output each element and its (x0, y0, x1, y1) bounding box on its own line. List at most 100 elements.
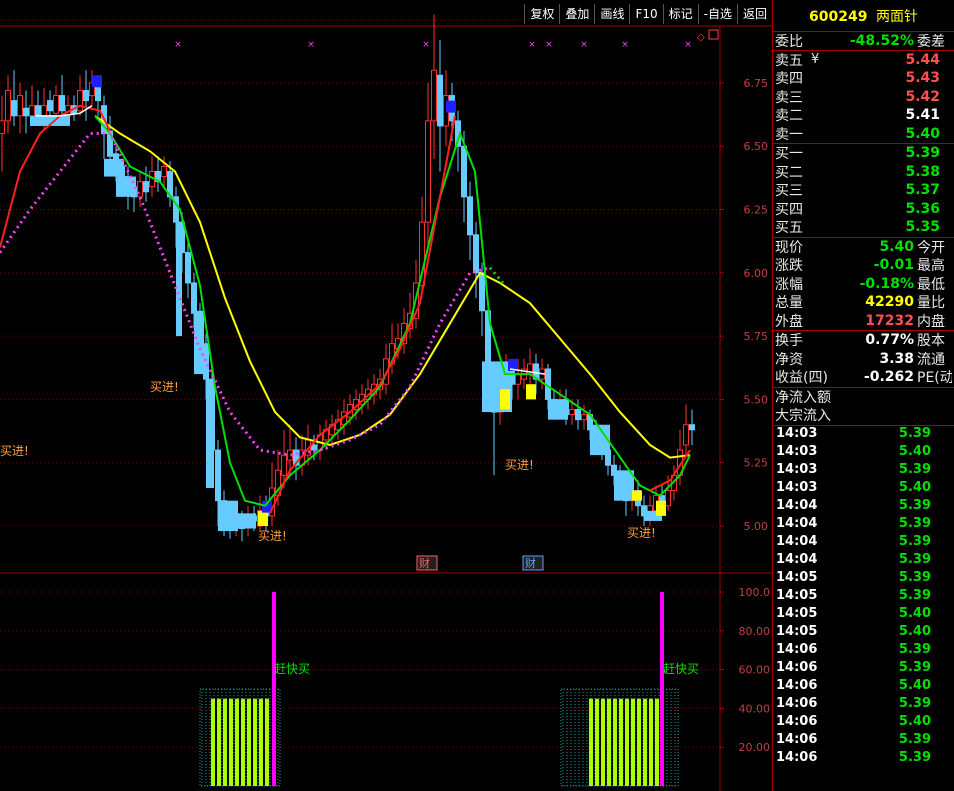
fuquan-button[interactable]: 复权 (524, 4, 560, 24)
tick-price: 5.39 (898, 659, 931, 675)
tick-price: 5.39 (898, 425, 931, 441)
indicator-bar (241, 698, 245, 786)
weibi-value: -48.52% (849, 32, 914, 49)
bid-label: 买二 (775, 164, 803, 181)
net-inflow-row: 净流入额 (773, 388, 954, 407)
stat-row: 外盘 17232 内盘 (773, 312, 954, 331)
ma-line-yellow (94, 115, 691, 459)
ask-row: 卖三 5.42 (773, 88, 954, 107)
chart-toolbar: 复权 叠加 画线 F10 标记 -自选 返回 (524, 4, 772, 24)
signal-cross-mark: × (422, 40, 430, 50)
indicator-bar (217, 698, 221, 786)
candle-body (425, 120, 431, 223)
bid-row: 买一 5.39 (773, 144, 954, 163)
candle-body (203, 343, 209, 380)
tick-row: 14:04 5.39 (773, 534, 954, 552)
tick-time: 14:03 (776, 479, 818, 495)
indicator-bar (595, 698, 599, 786)
stat-row: 净资 3.38 流通 (773, 350, 954, 369)
trend-block (614, 470, 634, 501)
buy-signal-label: 买进! (627, 526, 656, 540)
trend-block (176, 222, 182, 337)
tick-time: 14:05 (776, 587, 818, 603)
tick-row: 14:04 5.39 (773, 498, 954, 516)
stat-label: 外盘 (775, 313, 803, 330)
tick-row: 14:04 5.39 (773, 516, 954, 534)
tick-time: 14:04 (776, 497, 818, 513)
stat-row: 现价 5.40 今开 (773, 238, 954, 257)
price-axis-label: 6.25 (744, 204, 769, 217)
tick-price: 5.40 (898, 479, 931, 495)
tick-price: 5.39 (898, 533, 931, 549)
ask-book: 卖五 ¥5.44 卖四 5.43 卖三 5.42 卖二 5.41 卖一 5.40 (773, 51, 954, 144)
bid-label: 买五 (775, 220, 803, 237)
bid-row: 买二 5.38 (773, 163, 954, 182)
tick-price: 5.39 (898, 587, 931, 603)
stat-value: 17232 (865, 312, 914, 329)
indicator-signal-bar (272, 592, 276, 786)
tick-price: 5.40 (898, 713, 931, 729)
ask-price: 5.42 (905, 88, 940, 105)
ask-label: 卖四 (775, 71, 803, 88)
tick-row: 14:05 5.40 (773, 606, 954, 624)
candle-body (137, 181, 143, 198)
tick-row: 14:03 5.40 (773, 444, 954, 462)
stat-row: 涨跌 -0.01 最高 (773, 256, 954, 275)
event-tag[interactable]: 财 (525, 556, 536, 570)
diamond-icon[interactable]: ◇ (697, 32, 705, 43)
price-axis-label: 6.50 (744, 140, 769, 153)
f10-button[interactable]: F10 (629, 4, 663, 24)
bid-row: 买三 5.37 (773, 181, 954, 200)
ask-row: 卖一 5.40 (773, 125, 954, 144)
expand-box-icon[interactable] (708, 29, 719, 40)
indicator-bar (619, 698, 623, 786)
signal-cross-mark: × (545, 40, 553, 50)
price-axis-label: 6.75 (744, 77, 769, 90)
stock-title: 600249 两面针 (773, 0, 954, 32)
kline-chart-area[interactable]: 8.508.258.007.757.487.257.006.756.506.25… (0, 0, 772, 791)
trend-block (206, 379, 214, 489)
event-tag[interactable]: 财 (419, 556, 430, 570)
trend-block (218, 500, 238, 532)
mark-button[interactable]: 标记 (662, 4, 698, 24)
draw-line-button[interactable]: 画线 (594, 4, 630, 24)
kline-chart[interactable]: 8.508.258.007.757.487.257.006.756.506.25… (0, 0, 772, 791)
candle-body (23, 107, 29, 117)
tick-list[interactable]: 14:03 5.39 14:03 5.40 14:03 5.39 14:03 5.40 14:0… (773, 426, 954, 768)
indicator-bar (229, 698, 233, 786)
remove-watchlist-button[interactable]: -自选 (697, 4, 737, 24)
indicator-axis-label: 100.0 (739, 586, 771, 599)
stat-label-2: 流通 (917, 351, 945, 368)
tick-time: 14:06 (776, 731, 818, 747)
candle-body (191, 282, 197, 314)
back-button[interactable]: 返回 (736, 4, 772, 24)
indicator-bar (607, 698, 611, 786)
overlay-button[interactable]: 叠加 (559, 4, 595, 24)
signal-block (656, 500, 666, 516)
tick-price: 5.39 (898, 497, 931, 513)
trend-block (548, 399, 568, 420)
signal-cross-mark: × (684, 40, 692, 50)
ask-row: 卖四 5.43 (773, 69, 954, 88)
candle-body (185, 252, 191, 284)
signal-block (526, 384, 536, 400)
candle-body (59, 95, 65, 112)
indicator-bar (247, 698, 251, 786)
hurry-buy-label: 赶快买 (274, 662, 310, 676)
tick-time: 14:06 (776, 713, 818, 729)
tick-row: 14:05 5.39 (773, 570, 954, 588)
candle-body (461, 145, 467, 198)
stat-label: 净资 (775, 351, 803, 368)
signal-block (500, 389, 510, 410)
tick-row: 14:06 5.40 (773, 678, 954, 696)
buy-signal-label: 买进! (258, 529, 287, 543)
signal-block (632, 490, 642, 501)
candle-body (11, 100, 17, 117)
candle-body (5, 89, 11, 122)
candle-body (689, 424, 695, 431)
indicator-bar (625, 698, 629, 786)
tick-price: 5.40 (898, 443, 931, 459)
stat-label-2: 今开 (917, 239, 945, 256)
bid-row: 买四 5.36 (773, 200, 954, 219)
stock-name: 两面针 (875, 9, 918, 25)
